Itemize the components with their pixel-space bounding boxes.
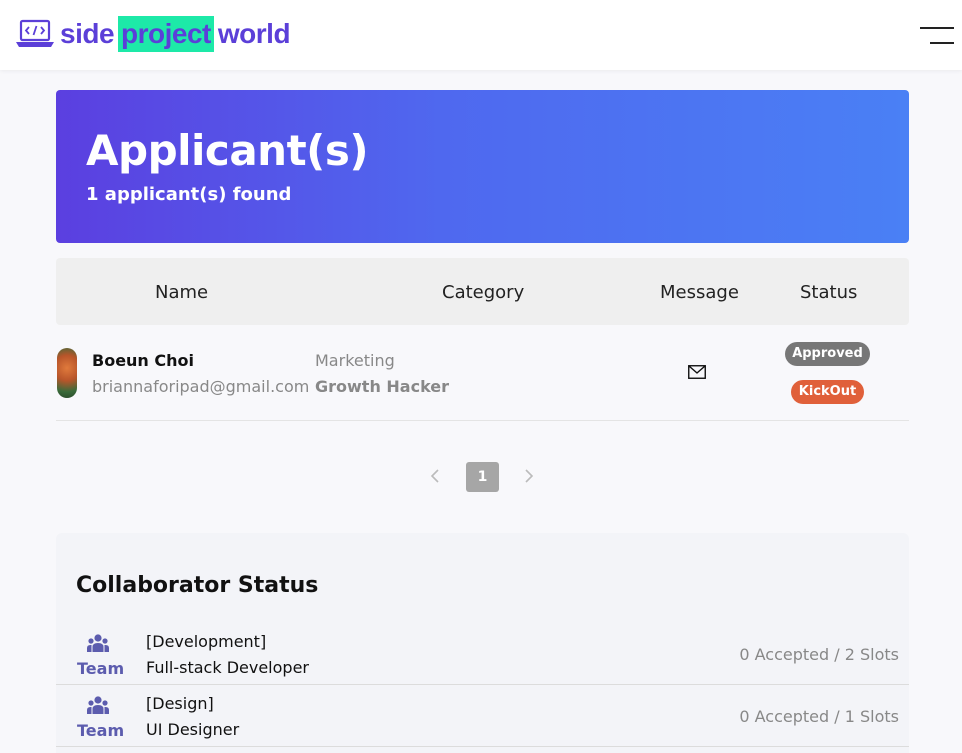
role-name: UI Designer bbox=[146, 720, 240, 739]
laptop-code-icon bbox=[16, 19, 54, 47]
logo-word-side: side bbox=[60, 18, 115, 49]
applicants-banner: Applicant(s) 1 applicant(s) found bbox=[56, 90, 909, 243]
chevron-right-icon[interactable] bbox=[522, 466, 536, 486]
applicant-category: Marketing bbox=[315, 351, 395, 370]
logo-word-project: project bbox=[118, 16, 214, 52]
team-icon bbox=[87, 634, 109, 652]
collaborator-status-panel: Collaborator Status Team [Development] F… bbox=[56, 533, 909, 753]
team-icon bbox=[87, 696, 109, 714]
page-title: Applicant(s) bbox=[86, 126, 369, 175]
avatar[interactable] bbox=[57, 348, 77, 398]
logo-word-world: world bbox=[217, 18, 291, 49]
applicants-table-header: Name Category Message Status bbox=[56, 258, 909, 325]
team-label: Team bbox=[77, 721, 125, 740]
mail-icon[interactable] bbox=[688, 365, 706, 379]
role-category: [Design] bbox=[146, 694, 214, 713]
table-row: Boeun Choi briannaforipad@gmail.com Mark… bbox=[56, 326, 909, 421]
pagination-page-1[interactable]: 1 bbox=[466, 462, 499, 492]
slots-status: 0 Accepted / 1 Slots bbox=[739, 707, 899, 726]
status-badge: Approved bbox=[785, 342, 870, 366]
top-navbar: side project world bbox=[0, 0, 962, 70]
kickout-button[interactable]: KickOut bbox=[791, 380, 864, 404]
list-item: Team [Design] UI Designer 0 Accepted / 1… bbox=[56, 685, 909, 747]
role-category: [Development] bbox=[146, 632, 267, 651]
team-label: Team bbox=[77, 659, 125, 678]
column-header-category: Category bbox=[442, 282, 525, 303]
column-header-message: Message bbox=[660, 282, 739, 303]
applicant-role: Growth Hacker bbox=[315, 377, 450, 396]
chevron-left-icon[interactable] bbox=[428, 466, 442, 486]
hamburger-icon[interactable] bbox=[920, 24, 954, 46]
applicant-count: 1 applicant(s) found bbox=[86, 184, 292, 205]
collaborator-status-title: Collaborator Status bbox=[76, 573, 319, 598]
role-name: Full-stack Developer bbox=[146, 658, 309, 677]
site-logo[interactable]: side project world bbox=[14, 16, 291, 52]
list-item: Team [Development] Full-stack Developer … bbox=[56, 623, 909, 685]
column-header-name: Name bbox=[155, 282, 209, 303]
slots-status: 0 Accepted / 2 Slots bbox=[739, 645, 899, 664]
applicant-email: briannaforipad@gmail.com bbox=[92, 377, 310, 396]
column-header-status: Status bbox=[800, 282, 858, 303]
applicant-name[interactable]: Boeun Choi bbox=[92, 351, 194, 370]
